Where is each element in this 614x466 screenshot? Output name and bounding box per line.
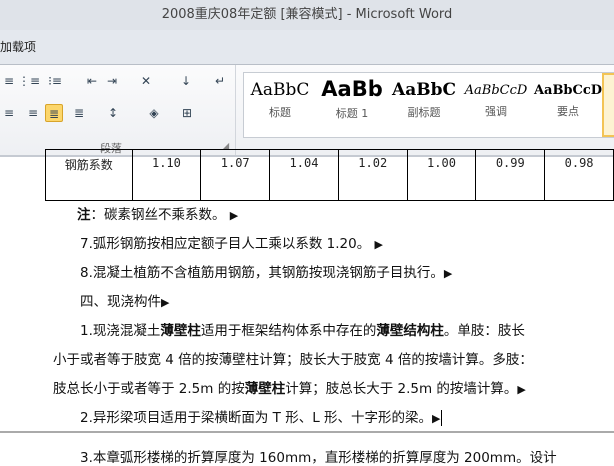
- table-cell: 1.00: [406, 149, 477, 201]
- title-bar: 2008重庆08年定额 [兼容模式] - Microsoft Word: [0, 0, 614, 30]
- style-normal-selected[interactable]: [602, 73, 614, 137]
- multilevel-list-icon[interactable]: ⁝≡: [46, 72, 64, 90]
- bold-text: 薄壁柱: [244, 381, 286, 397]
- paragraph-mark-icon: ▶: [517, 383, 526, 396]
- increase-indent-icon[interactable]: ⇥: [103, 72, 121, 90]
- item-8-text: 8.混凝土植筋不含植筋用钢筋，其钢筋按现浇钢筋子目执行。: [80, 265, 444, 281]
- style-heading1[interactable]: AaBb 标题 1: [316, 73, 388, 137]
- paragraph-mark-icon: ▶: [374, 238, 383, 251]
- page-break: [0, 431, 614, 433]
- group-divider: [235, 65, 236, 155]
- style-label: 标题 1: [335, 107, 369, 120]
- text: 。单肢：肢长: [443, 323, 525, 339]
- style-strong[interactable]: AaBbCcD 要点: [532, 73, 604, 137]
- note-text: ：碳素钢丝不乘系数。: [90, 207, 226, 223]
- item-8: 8.混凝土植筋不含植筋用钢筋，其钢筋按现浇钢筋子目执行。▶: [80, 261, 452, 281]
- document-page[interactable]: 钢筋系数 1.10 1.07 1.04 1.02 1.00 0.99 0.98 …: [0, 149, 614, 466]
- paragraph-mark-icon: ▶: [161, 296, 170, 309]
- table-cell: 0.98: [544, 149, 614, 201]
- section-heading: 四、现浇构件▶: [80, 290, 169, 310]
- table-cell: 钢筋系数: [45, 149, 133, 201]
- paragraph-mark-icon: ▶: [443, 267, 453, 280]
- style-subtitle[interactable]: AaBbC 副标题: [388, 73, 460, 137]
- style-label: 强调: [485, 105, 507, 118]
- item-7-text: 7.弧形钢筋按相应定额子目人工乘以系数 1.20。: [80, 236, 371, 252]
- para-1-line-1: 1.现浇混凝土薄壁柱适用于框架结构体系中存在的薄壁结构柱。单肢：肢长: [80, 319, 525, 339]
- item-3-partial: 3.本章弧形楼梯的折算厚度为 160mm，直形楼梯的折算厚度为 200mm。设计: [80, 446, 557, 466]
- text: 1.现浇混凝土: [80, 323, 161, 339]
- style-label: 要点: [557, 105, 579, 118]
- table-cell: 1.04: [269, 149, 339, 201]
- decrease-indent-icon[interactable]: ⇤: [83, 72, 101, 90]
- style-sample: AaBbCcD: [533, 83, 603, 98]
- style-label: 标题: [269, 106, 291, 119]
- paragraph-mark-icon: ▶: [229, 209, 239, 222]
- text: 适用于框架结构体系中存在的: [200, 323, 377, 339]
- text: 肢总长小于或者等于 2.5m 的按: [53, 381, 245, 397]
- show-marks-icon[interactable]: ↵: [211, 72, 229, 90]
- item-7: 7.弧形钢筋按相应定额子目人工乘以系数 1.20。 ▶: [80, 232, 383, 252]
- style-sample: AaBbC: [250, 80, 310, 100]
- para-1-line-2: 小于或者等于肢宽 4 倍的按薄壁柱计算；肢长大于肢宽 4 倍的按墙计算。多肢：: [53, 348, 533, 368]
- bullets-icon[interactable]: ≡: [0, 72, 18, 90]
- style-title[interactable]: AaBbC 标题: [244, 73, 316, 137]
- tab-addins[interactable]: 加载项: [0, 38, 36, 55]
- style-sample: AaBbCcD: [464, 83, 528, 98]
- table-cell: 1.07: [200, 149, 271, 201]
- style-sample: AaBb: [321, 77, 383, 101]
- table-cell: 1.10: [131, 149, 202, 201]
- shading-icon[interactable]: ◈: [145, 104, 163, 122]
- table-cell: 0.99: [475, 149, 546, 201]
- align-right-icon[interactable]: ≡: [24, 104, 42, 122]
- section-4-text: 四、现浇构件: [80, 294, 161, 310]
- ribbon-tabs: 加载项: [0, 30, 614, 65]
- distribute-icon[interactable]: ≣: [70, 104, 88, 122]
- item-2-text: 2.异形梁项目适用于梁横断面为 T 形、L 形、十字形的梁。: [80, 410, 433, 426]
- item-3-text: 3.本章弧形楼梯的折算厚度为 160mm，直形楼梯的折算厚度为 200mm。设计: [80, 450, 557, 466]
- line-spacing-icon[interactable]: ↕: [104, 104, 122, 122]
- bold-text: 薄壁柱: [160, 323, 201, 339]
- styles-gallery: AaBbC 标题 AaBb 标题 1 AaBbC 副标题 AaBbCcD 强调 AaBb…: [243, 72, 614, 138]
- table-row: 钢筋系数 1.10 1.07 1.04 1.02 1.00 0.99 0.98: [45, 149, 614, 201]
- style-sample: AaBbC: [392, 80, 456, 100]
- borders-icon[interactable]: ⊞: [178, 104, 196, 122]
- note-label: 注: [77, 207, 91, 223]
- text: 小于或者等于肢宽 4 倍的按薄壁柱计算；肢长大于肢宽 4 倍的按墙计算。多肢：: [53, 352, 533, 368]
- window-title: 2008重庆08年定额 [兼容模式] - Microsoft Word: [161, 7, 453, 22]
- para-1-line-3: 肢总长小于或者等于 2.5m 的按薄壁柱计算；肢总长大于 2.5m 的按墙计算。…: [53, 377, 526, 397]
- align-center-icon[interactable]: ≡: [0, 104, 18, 122]
- ribbon: ≡ ⋮≡ ⁝≡ ⇤ ⇥ ✕ ↓ ↵ ≡ ≡ ≣ ≣ ↕ ◈ ⊞ 段落 ◢ AaB…: [0, 65, 614, 157]
- paragraph-mark-icon: ▶: [432, 412, 441, 425]
- style-label: 副标题: [407, 106, 441, 119]
- table-cell: 1.02: [337, 149, 408, 201]
- sort-icon[interactable]: ↓: [177, 72, 195, 90]
- note-line: 注：碳素钢丝不乘系数。 ▶: [77, 203, 238, 223]
- item-2: 2.异形梁项目适用于梁横断面为 T 形、L 形、十字形的梁。▶: [80, 406, 442, 426]
- justify-icon[interactable]: ≣: [45, 104, 63, 122]
- style-emphasis[interactable]: AaBbCcD 强调: [460, 73, 532, 137]
- coefficient-table: 钢筋系数 1.10 1.07 1.04 1.02 1.00 0.99 0.98: [45, 149, 614, 201]
- text: 计算；肢总长大于 2.5m 的按墙计算。: [285, 381, 518, 397]
- bold-text: 薄壁结构柱: [376, 323, 444, 339]
- text-cursor: [440, 410, 442, 426]
- numbering-icon[interactable]: ⋮≡: [18, 72, 40, 90]
- chinese-layout-icon[interactable]: ✕: [137, 72, 155, 90]
